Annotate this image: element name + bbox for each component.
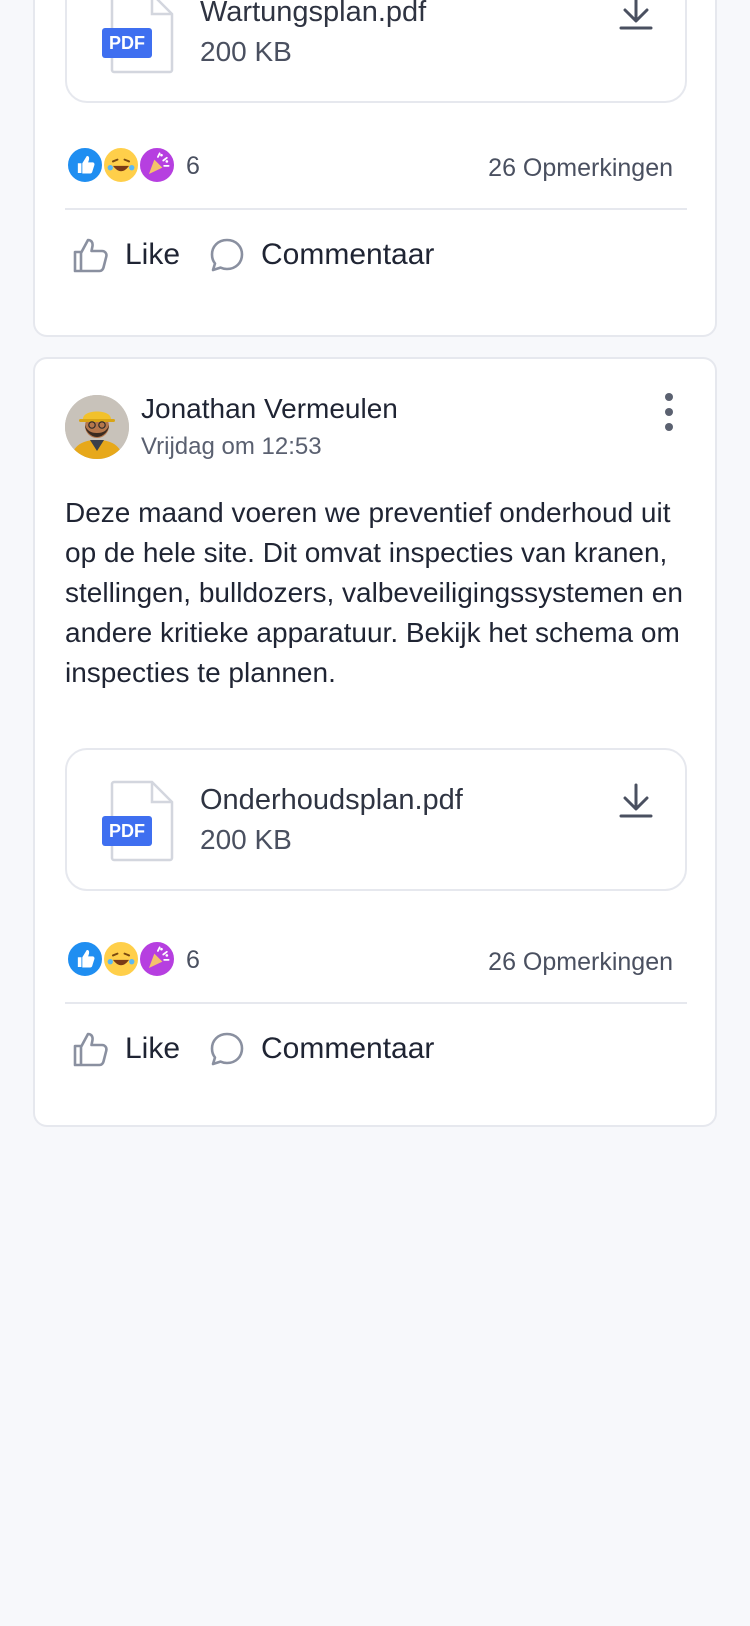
comment-label: Commentaar	[261, 1032, 435, 1065]
post-card: PDF Wartungsplan.pdf 200 KB 6 26 Opmerki…	[33, 0, 717, 337]
attachment-card[interactable]: PDF Onderhoudsplan.pdf 200 KB	[65, 748, 687, 891]
comments-count[interactable]: 26 Opmerkingen	[488, 154, 673, 183]
reaction-count: 6	[186, 946, 200, 974]
party-popper-icon	[138, 940, 176, 978]
like-label: Like	[125, 1032, 181, 1065]
comment-button[interactable]: Commentaar	[207, 230, 434, 280]
download-icon[interactable]	[617, 0, 655, 32]
pdf-file-icon: PDF	[102, 780, 174, 862]
thumbs-up-icon	[66, 940, 104, 978]
attachment-card[interactable]: PDF Wartungsplan.pdf 200 KB	[65, 0, 687, 103]
attachment-file-name: Wartungsplan.pdf	[200, 0, 427, 28]
speech-bubble-icon	[210, 1032, 244, 1066]
like-button[interactable]: Like	[71, 1024, 180, 1074]
comment-label: Commentaar	[261, 238, 435, 271]
attachment-file-size: 200 KB	[200, 824, 292, 855]
more-vertical-icon[interactable]	[657, 393, 681, 437]
pdf-file-icon: PDF	[102, 0, 174, 74]
author-name[interactable]: Jonathan Vermeulen	[141, 393, 398, 425]
laughing-emoji-icon	[102, 146, 140, 184]
download-icon[interactable]	[617, 782, 655, 820]
like-label: Like	[125, 238, 181, 271]
thumbs-up-icon	[73, 238, 108, 273]
avatar[interactable]	[65, 395, 129, 459]
attachment-file-name: Onderhoudsplan.pdf	[200, 784, 463, 816]
post-body: Deze maand voeren we preventief onderhou…	[65, 497, 683, 688]
comments-count[interactable]: 26 Opmerkingen	[488, 948, 673, 977]
pdf-badge: PDF	[109, 33, 145, 53]
post-card: Jonathan Vermeulen Vrijdag om 12:53 Deze…	[33, 357, 717, 1127]
comment-button[interactable]: Commentaar	[207, 1024, 434, 1074]
thumbs-up-icon	[73, 1032, 108, 1067]
attachment-file-size: 200 KB	[200, 36, 292, 67]
like-button[interactable]: Like	[71, 230, 180, 280]
pdf-badge: PDF	[109, 821, 145, 841]
reaction-count: 6	[186, 152, 200, 180]
divider	[65, 208, 687, 210]
divider	[65, 1002, 687, 1004]
party-popper-icon	[138, 146, 176, 184]
speech-bubble-icon	[210, 238, 244, 272]
post-timestamp: Vrijdag om 12:53	[141, 433, 322, 460]
thumbs-up-icon	[66, 146, 104, 184]
laughing-emoji-icon	[102, 940, 140, 978]
